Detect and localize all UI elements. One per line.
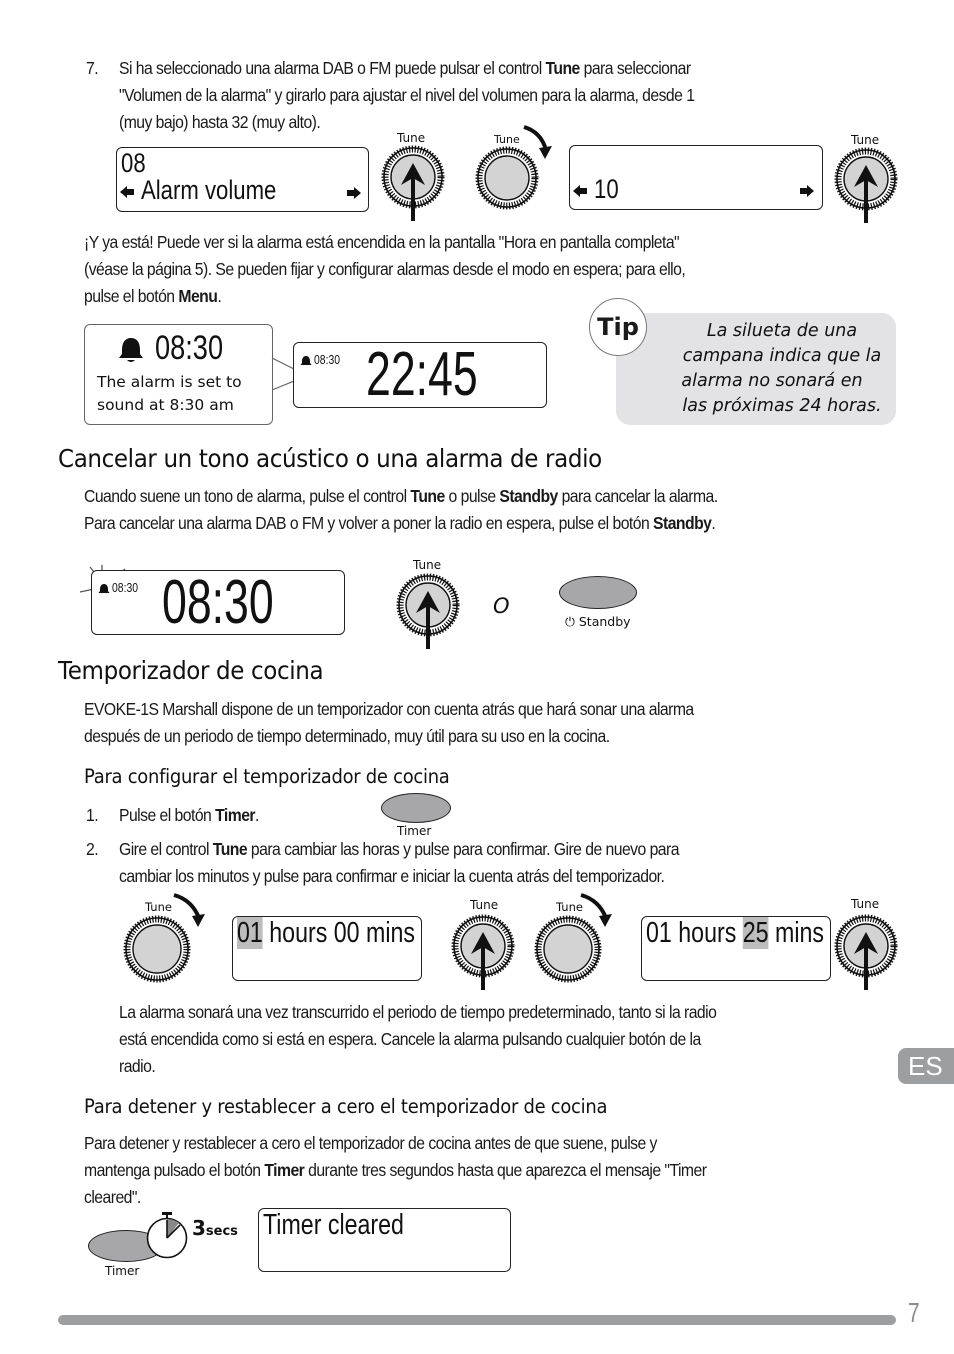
tune-knob-rotate-icon bbox=[534, 893, 612, 983]
hold-duration: 3secs bbox=[192, 1216, 238, 1240]
mins-value-highlighted: 25 bbox=[742, 917, 769, 949]
tip-line-1: La silueta de una bbox=[706, 321, 858, 341]
left-arrow-icon bbox=[573, 184, 587, 202]
callout-line-2: sound at 8:30 am bbox=[97, 396, 234, 414]
step-2-line-2: cambiar los minutos y pulse para confirm… bbox=[119, 866, 665, 886]
tune-knob-label: Tune bbox=[413, 558, 442, 572]
reset-line-3: cleared". bbox=[84, 1187, 141, 1207]
page-number: 7 bbox=[908, 1297, 920, 1328]
tune-knob-rotate[interactable] bbox=[123, 890, 214, 990]
reset-line-2: mantenga pulsado el botón Timer durante … bbox=[84, 1160, 707, 1180]
stopwatch-icon bbox=[146, 1210, 190, 1265]
timer-note-line-3: radio. bbox=[119, 1056, 156, 1076]
timer-button-label: Timer bbox=[105, 1264, 140, 1278]
step-2-line-1: Gire el control Tune para cambiar las ho… bbox=[119, 839, 679, 859]
bell-icon bbox=[117, 336, 145, 369]
tune-knob-rotate[interactable] bbox=[475, 124, 556, 219]
clock-time: 08:30 bbox=[162, 568, 274, 637]
tune-knob-press[interactable] bbox=[834, 147, 898, 234]
power-icon: ⏻ bbox=[565, 614, 579, 629]
tune-knob-press[interactable] bbox=[451, 914, 515, 1001]
tip-badge: Tip bbox=[589, 298, 647, 356]
step-7-line-2: "Volumen de la alarma" y girarlo para aj… bbox=[119, 85, 695, 105]
step-7-line-3: (muy bajo) hasta 32 (muy alto). bbox=[119, 112, 321, 132]
lcd-display-alarm-volume: 08 Alarm volume bbox=[116, 147, 369, 212]
tune-knob-label: Tune bbox=[470, 898, 499, 912]
lcd-timer-minutes: 01 hours 25 mins bbox=[641, 916, 831, 981]
timer-note-line-1: La alarma sonará una vez transcurrido el… bbox=[119, 1002, 717, 1022]
tune-knob-rotate-icon bbox=[475, 125, 552, 210]
small-alarm-time: 08:30 bbox=[112, 580, 139, 595]
lcd-timer-hours: 01 hours 00 mins bbox=[232, 916, 422, 981]
step-7-line-1: Si ha seleccionado una alarma DAB o FM p… bbox=[119, 58, 691, 78]
tune-knob-pressed-icon bbox=[451, 914, 515, 990]
timer-display-1-text: 01 hours 00 mins bbox=[237, 917, 415, 949]
timer-intro-line-1: EVOKE-1S Marshall dispone de un temporiz… bbox=[84, 699, 694, 719]
tune-knob-rotate[interactable] bbox=[534, 890, 626, 990]
tune-knob-pressed-icon bbox=[396, 573, 460, 649]
heading-kitchen-timer: Temporizador de cocina bbox=[58, 656, 324, 685]
right-arrow-icon bbox=[800, 184, 814, 202]
small-alarm-time: 08:30 bbox=[314, 352, 341, 367]
step-1-text: Pulse el botón Timer. bbox=[119, 805, 259, 825]
footer-bar bbox=[58, 1315, 896, 1325]
lcd-timer-cleared: Timer cleared bbox=[258, 1208, 511, 1272]
timer-display-2-text: 01 hours 25 mins bbox=[646, 917, 824, 949]
subheading-reset-timer: Para detener y restablecer a cero el tem… bbox=[84, 1095, 608, 1118]
step-1-number: 1. bbox=[86, 805, 99, 825]
subheading-configure-timer: Para configurar el temporizador de cocin… bbox=[84, 765, 450, 788]
tune-knob-rotate-icon bbox=[123, 893, 205, 983]
timer-button[interactable] bbox=[381, 793, 451, 823]
cancel-line-1: Cuando suene un tono de alarma, pulse el… bbox=[84, 486, 718, 506]
tip-line-2: campana indica que la bbox=[682, 346, 882, 366]
heading-cancel-alarm: Cancelar un tono acústico o una alarma d… bbox=[58, 444, 602, 473]
clock-time: 22:45 bbox=[366, 340, 478, 409]
done-paragraph-line-3: pulse el botón Menu. bbox=[84, 286, 222, 306]
tune-knob-press[interactable] bbox=[381, 145, 445, 232]
reset-line-1: Para detener y restablecer a cero el tem… bbox=[84, 1133, 657, 1153]
callout-alarm-time: 08:30 bbox=[155, 329, 224, 367]
timer-note-line-2: está encendida como si está en espera. C… bbox=[119, 1029, 701, 1049]
alarm-callout: 08:30 The alarm is set to sound at 8:30 … bbox=[84, 324, 273, 425]
done-paragraph-line-1: ¡Y ya está! Puede ver si la alarma está … bbox=[84, 232, 680, 252]
tune-knob-pressed-icon bbox=[834, 147, 898, 223]
left-arrow-icon bbox=[120, 185, 134, 203]
hours-value-highlighted: 01 bbox=[237, 917, 263, 949]
bell-icon bbox=[98, 582, 110, 600]
step-7-number: 7. bbox=[86, 58, 99, 78]
tip-line-3: alarma no sonará en bbox=[681, 371, 863, 391]
lcd-line-2: Alarm volume bbox=[141, 175, 277, 205]
cancel-line-2: Para cancelar una alarma DAB o FM y volv… bbox=[84, 513, 716, 533]
standby-button[interactable] bbox=[559, 576, 637, 609]
bell-icon bbox=[300, 354, 312, 372]
tune-knob-pressed-icon bbox=[834, 914, 898, 990]
lcd-display-volume-value: 10 bbox=[569, 145, 823, 210]
lcd-ringing-display: 08:30 08:30 bbox=[91, 568, 345, 637]
tip-line-4: las próximas 24 horas. bbox=[682, 396, 882, 416]
tune-knob-press[interactable] bbox=[834, 914, 898, 1001]
right-arrow-icon bbox=[347, 186, 361, 204]
or-text: O bbox=[493, 594, 510, 618]
tune-knob-label: Tune bbox=[851, 897, 880, 911]
tune-knob-press[interactable] bbox=[396, 573, 460, 660]
standby-label: ⏻ Standby bbox=[565, 614, 631, 629]
timer-intro-line-2: después de un periodo de tiempo determin… bbox=[84, 726, 610, 746]
step-2-number: 2. bbox=[86, 839, 99, 859]
volume-value: 10 bbox=[594, 174, 619, 204]
done-paragraph-line-2: (véase la página 5). Se pueden fijar y c… bbox=[84, 259, 686, 279]
tune-knob-label: Tune bbox=[397, 131, 426, 145]
lcd-clock-display: 08:30 22:45 bbox=[293, 340, 547, 409]
tune-knob-pressed-icon bbox=[381, 145, 445, 221]
timer-cleared-text: Timer cleared bbox=[263, 1209, 404, 1241]
language-tab: ES bbox=[898, 1048, 954, 1084]
tune-knob-label: Tune bbox=[851, 133, 880, 147]
callout-line-1: The alarm is set to bbox=[97, 373, 242, 391]
